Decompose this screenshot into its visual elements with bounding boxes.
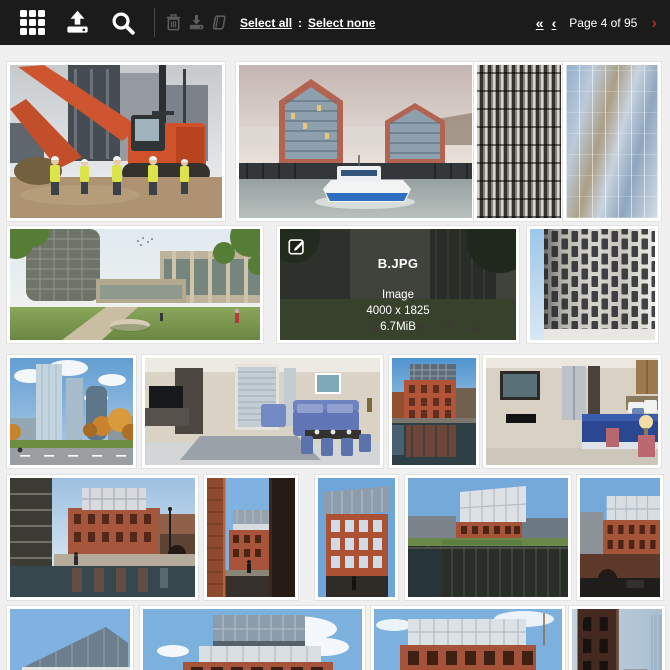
thumbnail-asset-b-jpg[interactable]: B.JPG Image 4000 x 1825 6.7MiB [276,225,520,344]
delete-icon [166,14,181,31]
asset-metadata: Image 4000 x 1825 6.7MiB [280,287,516,335]
thumbnail-brick-framed-view[interactable] [203,474,299,601]
thumbnail-louvre-facade[interactable] [473,61,565,222]
bedroom-photo [486,358,658,465]
select-none-link[interactable]: Select none [308,16,375,30]
thumbnail-canal-buildings[interactable] [6,474,199,601]
search-button[interactable] [110,10,136,36]
canal-reflection-photo [392,358,476,465]
louvre-facade-photo [477,65,561,218]
asset-dimensions: 4000 x 1825 [366,304,430,317]
thumbnail-cantilever-clouds[interactable] [139,605,366,670]
asset-overlay: B.JPG Image 4000 x 1825 6.7MiB [280,229,516,340]
thumbnail-bedroom[interactable] [482,354,662,469]
first-page-link[interactable]: « [536,15,544,31]
edit-icon [288,239,304,255]
select-all-link[interactable]: Select all [240,16,292,30]
asset-filename: B.JPG [377,255,419,271]
canal-buildings-photo [10,478,195,597]
previous-page-link[interactable]: ‹ [552,15,557,31]
next-page-link[interactable]: › [651,14,657,31]
cylindrical-tower-photo [530,229,655,340]
page-status: Page 4 of 95 [569,15,638,30]
grid-view-icon [20,10,45,35]
brick-warehouse-photo [572,609,662,670]
thumbnail-building-fence[interactable] [404,474,572,601]
thumbnail-city-skyline-render[interactable] [6,354,137,469]
building-bridge-photo [580,478,660,597]
waterfront-ferry-photo [239,65,472,218]
thumbnail-red-building-portrait[interactable] [314,474,399,601]
upload-button[interactable] [64,9,91,36]
toolbar-divider [154,8,155,37]
upload-icon [67,10,88,33]
thumbnail-waterfront-apartments-ferry[interactable] [235,61,476,222]
construction-crew-photo [10,65,222,218]
thumbnail-brick-warehouse[interactable] [568,605,666,670]
brick-framed-photo [207,478,295,597]
red-white-building-photo [374,609,562,670]
asset-filesize: 6.7MiB [380,320,416,333]
thumbnail-red-white-building[interactable] [370,605,566,670]
thumbnail-canal-reflection[interactable] [388,354,480,469]
city-skyline-photo [10,358,133,465]
thumbnail-grid: B.JPG Image 4000 x 1825 6.7MiB [0,45,670,670]
download-button[interactable] [187,13,206,32]
glass-facade-photo [566,65,658,218]
grid-view-button[interactable] [20,10,45,35]
thumbnail-cylindrical-tower[interactable] [526,225,659,344]
thumbnail-building-bridge[interactable] [576,474,664,601]
edit-asset-button[interactable] [287,236,307,256]
roofline-sky-photo [10,609,130,670]
living-room-photo [145,358,380,465]
building-fence-photo [408,478,568,597]
delete-button[interactable] [164,13,183,32]
toolbar: Select all : Select none « ‹ Page 4 of 9… [0,0,670,45]
select-links-separator: : [298,15,303,30]
search-icon [112,11,135,35]
thumbnail-living-room[interactable] [141,354,384,469]
copy-button[interactable] [209,13,228,32]
campus-render-photo [10,229,260,340]
pagination: « ‹ Page 4 of 95 › [532,0,657,45]
download-icon [189,14,204,30]
asset-kind: Image [382,288,414,301]
thumbnail-roofline-sky[interactable] [6,605,134,670]
red-building-portrait-photo [318,478,395,597]
cantilever-clouds-photo [143,609,362,670]
copy-documents-icon [212,15,226,30]
thumbnail-construction-crew[interactable] [6,61,226,222]
thumbnail-campus-render[interactable] [6,225,264,344]
thumbnail-glass-facade[interactable] [562,61,662,222]
